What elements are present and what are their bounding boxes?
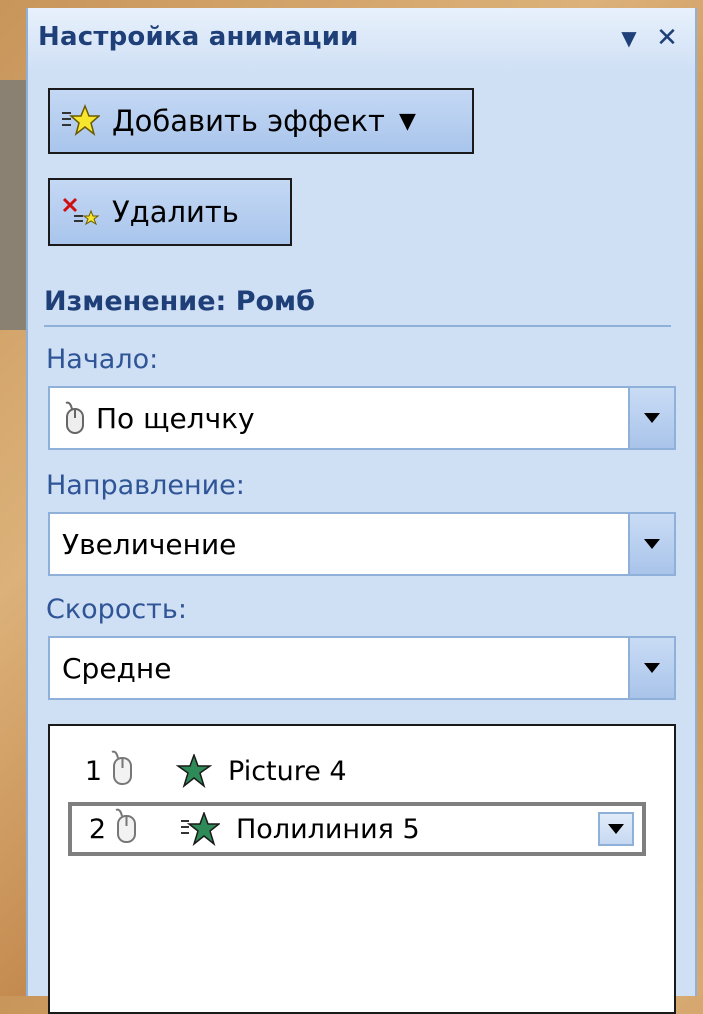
list-item-selected[interactable]: 2 Полилиния 5 xyxy=(68,802,646,856)
section-title: Изменение: Ромб xyxy=(44,286,671,327)
speed-select[interactable]: Средне xyxy=(48,636,676,700)
custom-animation-pane: Настройка анимации ▼ ✕ Добавить эффект ▼ xyxy=(26,8,697,1014)
mouse-icon xyxy=(112,808,140,851)
direction-value: Увеличение xyxy=(62,527,237,561)
pane-title: Настройка анимации xyxy=(38,22,359,52)
delete-effect-icon xyxy=(60,195,100,229)
delete-effect-button[interactable]: Удалить xyxy=(48,178,292,246)
list-item[interactable]: 1 Picture 4 xyxy=(68,744,646,798)
background-window-edge xyxy=(0,80,28,330)
direction-select[interactable]: Увеличение xyxy=(48,512,676,576)
start-value: По щелчку xyxy=(96,401,255,435)
start-select[interactable]: По щелчку xyxy=(48,386,676,450)
speed-value: Средне xyxy=(62,651,172,685)
effect-name: Picture 4 xyxy=(228,755,347,787)
chevron-down-icon[interactable] xyxy=(628,388,674,448)
mouse-icon xyxy=(108,750,136,793)
chevron-down-icon[interactable] xyxy=(628,638,674,698)
chevron-down-icon[interactable] xyxy=(598,812,634,846)
delete-label: Удалить xyxy=(112,195,239,229)
chevron-down-icon: ▼ xyxy=(398,108,416,134)
add-effect-button[interactable]: Добавить эффект ▼ xyxy=(48,88,474,154)
effect-number: 1 xyxy=(84,755,102,787)
chevron-down-icon[interactable]: ▼ xyxy=(615,24,643,52)
add-effect-star-icon xyxy=(60,104,100,138)
speed-label: Скорость: xyxy=(46,594,187,625)
effect-name: Полилиния 5 xyxy=(236,813,420,845)
start-label: Начало: xyxy=(46,344,159,375)
direction-label: Направление: xyxy=(46,470,245,501)
mouse-icon xyxy=(62,401,88,435)
star-icon xyxy=(176,754,212,788)
pane-titlebar: Настройка анимации ▼ ✕ xyxy=(28,8,695,70)
star-icon xyxy=(180,812,220,846)
close-icon[interactable]: ✕ xyxy=(653,24,681,52)
chevron-down-icon[interactable] xyxy=(628,514,674,574)
effects-list[interactable]: 1 Picture 4 2 Полилиния 5 xyxy=(48,724,676,1014)
add-effect-label: Добавить эффект xyxy=(112,104,385,138)
effect-number: 2 xyxy=(88,813,106,845)
